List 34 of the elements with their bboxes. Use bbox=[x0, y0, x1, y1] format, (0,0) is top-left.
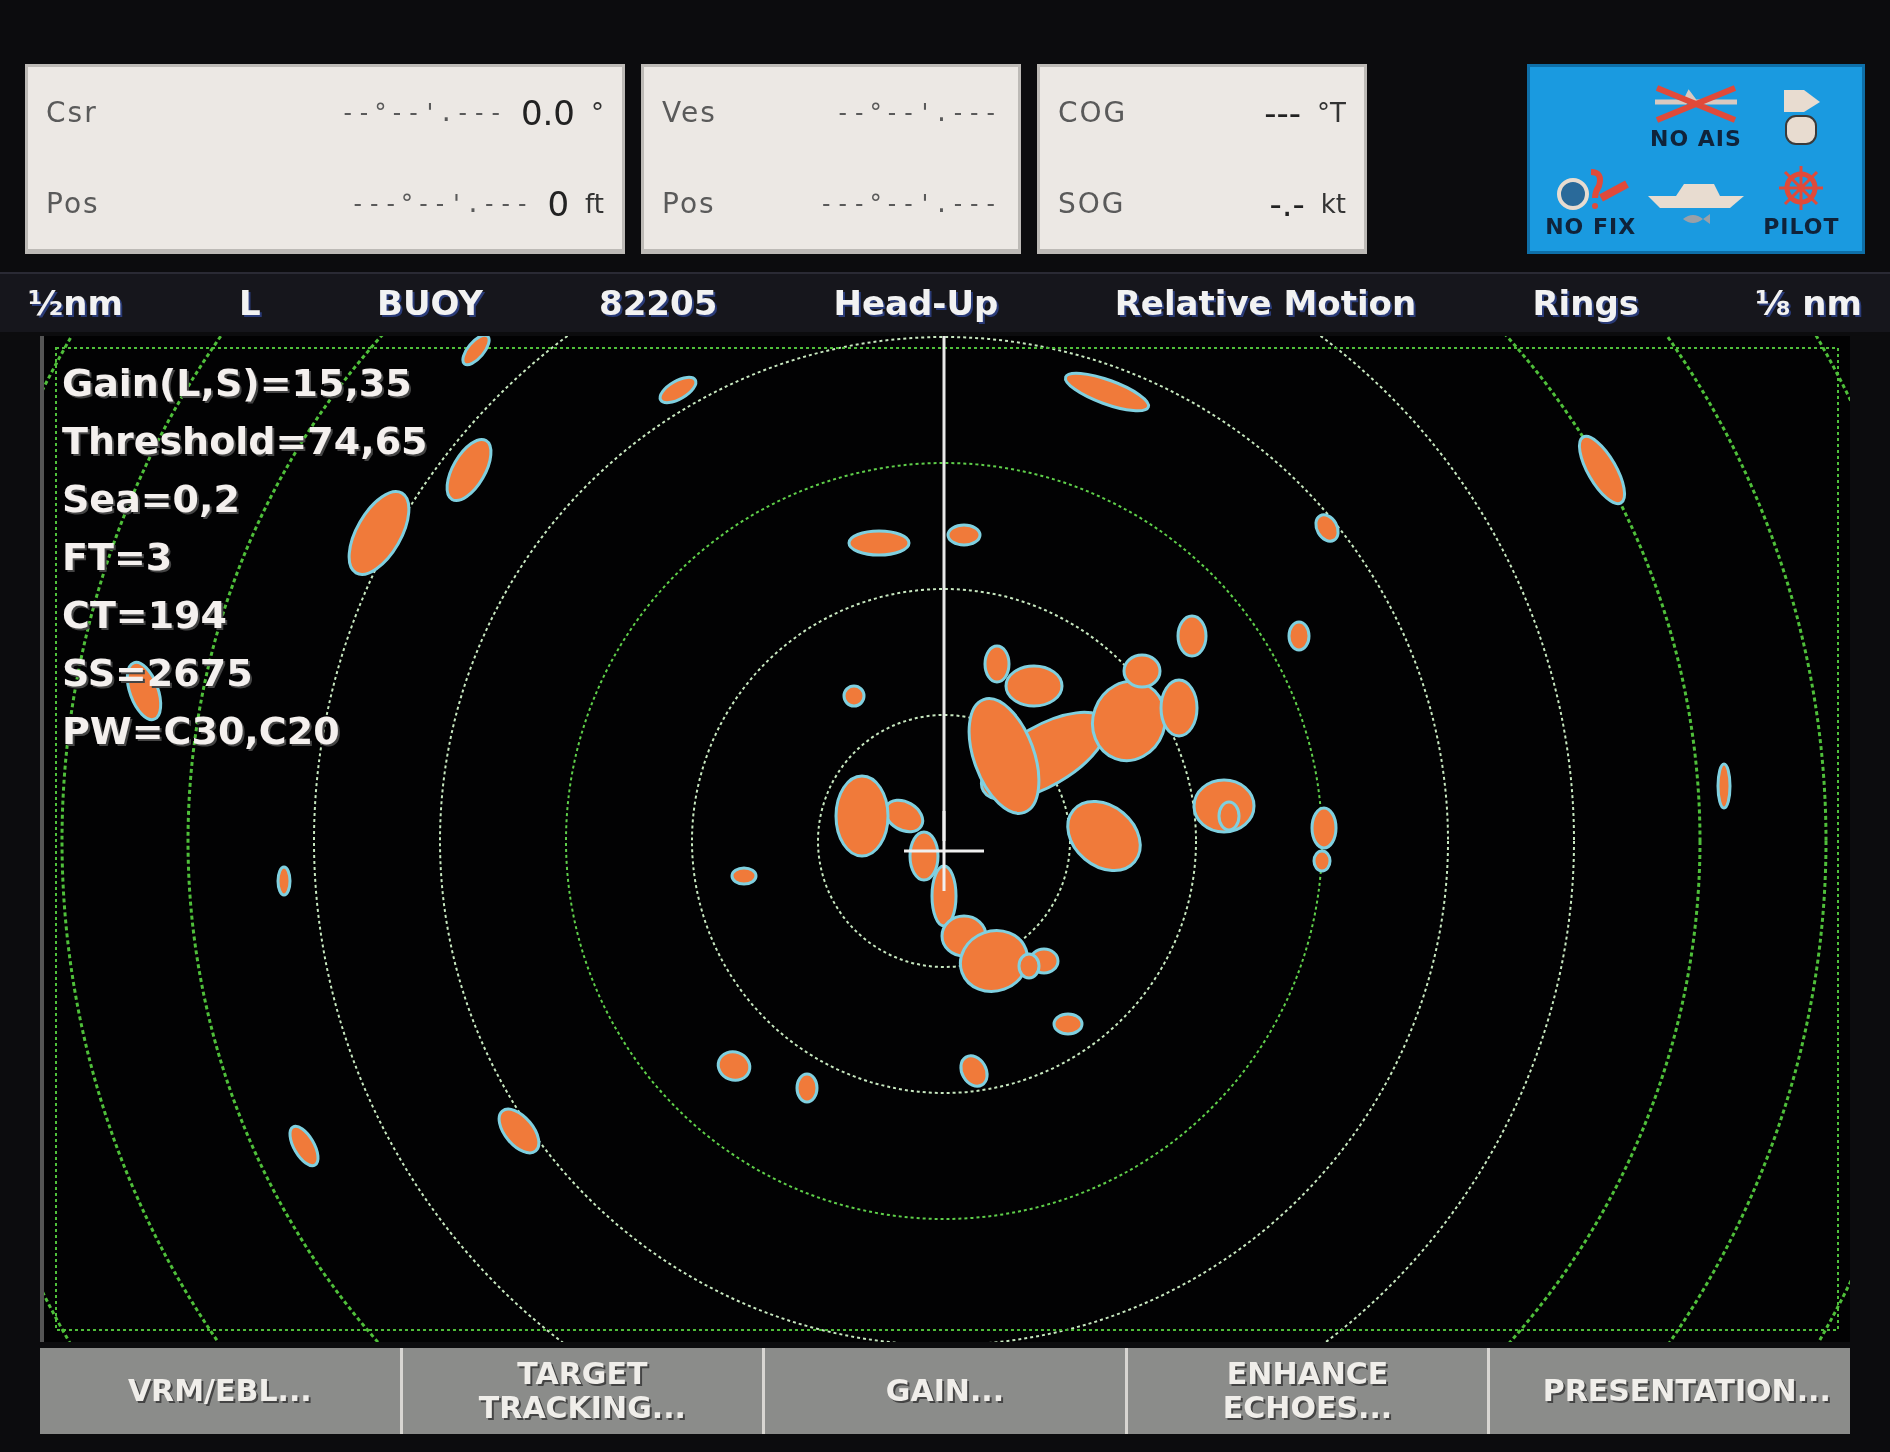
radar-setting-readout: FT=3 bbox=[62, 534, 173, 580]
field-label: Csr bbox=[46, 96, 99, 129]
field-label: Ves bbox=[662, 96, 718, 129]
field-label: Pos bbox=[46, 187, 101, 220]
status-label: NO FIX bbox=[1545, 213, 1637, 239]
position-readout: --°--'.--- bbox=[339, 98, 505, 127]
position-readout: ---°--'.--- bbox=[818, 189, 1000, 218]
field-label: SOG bbox=[1058, 187, 1127, 220]
fish-icon bbox=[1681, 212, 1711, 226]
header-label: L bbox=[239, 283, 261, 323]
unit-label: ° bbox=[591, 97, 604, 128]
value-readout: --- bbox=[1264, 92, 1302, 133]
header-label: Relative Motion bbox=[1114, 283, 1417, 323]
field-label: COG bbox=[1058, 96, 1129, 129]
status-label: PILOT bbox=[1763, 213, 1840, 239]
value-readout: 0.0 bbox=[520, 92, 575, 133]
radar-setting-readout: Gain(L,S)=15,35 bbox=[62, 360, 412, 406]
unit-label: °T bbox=[1317, 97, 1346, 128]
unit-label: ft bbox=[585, 188, 604, 219]
value-readout: 0 bbox=[547, 183, 570, 224]
value-readout: -.- bbox=[1269, 183, 1305, 224]
position-readout: --°--'.--- bbox=[834, 98, 1000, 127]
header-label: 82205 bbox=[599, 283, 718, 323]
crosshair-icon bbox=[902, 809, 986, 893]
unit-label: kt bbox=[1320, 188, 1346, 219]
header-label: Rings bbox=[1532, 283, 1639, 323]
header-label: BUOY bbox=[376, 283, 483, 323]
header-label: ⅛ nm bbox=[1755, 283, 1862, 323]
header-label: ½nm bbox=[28, 283, 123, 323]
radar-setting-readout: Sea=0,2 bbox=[62, 476, 240, 522]
field-label: Pos bbox=[662, 187, 717, 220]
header-label: Head-Up bbox=[833, 283, 999, 323]
status-label: NO AIS bbox=[1650, 125, 1742, 151]
position-readout: ---°--'.--- bbox=[349, 189, 532, 218]
